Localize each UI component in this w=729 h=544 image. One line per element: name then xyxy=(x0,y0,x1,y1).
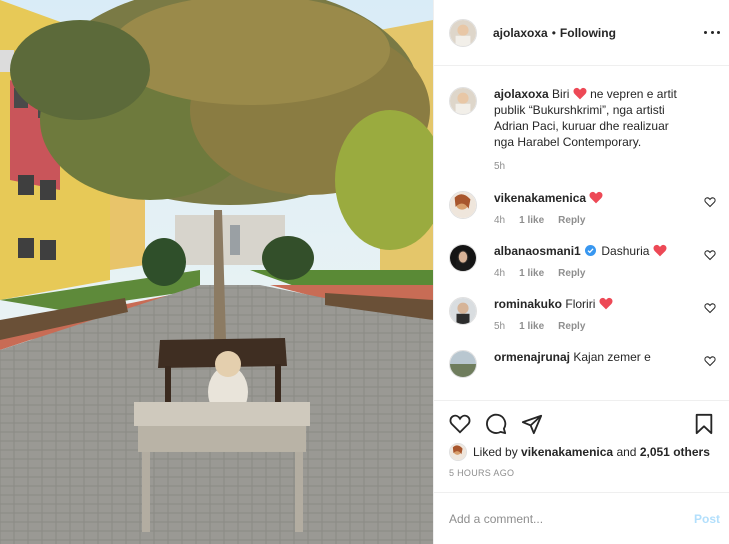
comment-meta: 5h 1 like Reply xyxy=(494,321,690,332)
caption-meta: 5h xyxy=(494,161,690,172)
comment-text: albanaosmani1 Dashuria xyxy=(494,243,690,259)
comment-meta: 4h 1 like Reply xyxy=(494,215,690,226)
likes-prefix: Liked by xyxy=(473,445,518,459)
comment-like-icon[interactable] xyxy=(704,355,716,367)
share-icon[interactable] xyxy=(521,413,543,435)
red-heart-icon xyxy=(573,87,587,100)
comments-list[interactable]: ajolaxoxa Biri ne vepren e artit publik … xyxy=(434,66,729,400)
red-heart-icon xyxy=(589,191,603,204)
post-photo[interactable] xyxy=(0,0,433,544)
comment-avatar[interactable] xyxy=(449,350,477,378)
post-timestamp[interactable]: 5 HOURS AGO xyxy=(449,468,715,478)
comment-body: rominakuko Floriri 5h 1 like Reply xyxy=(494,296,716,332)
caption: ajolaxoxa Biri ne vepren e artit publik … xyxy=(449,86,716,172)
reply-button[interactable]: Reply xyxy=(558,321,585,332)
comment-avatar[interactable] xyxy=(449,191,477,219)
reply-button[interactable]: Reply xyxy=(558,215,585,226)
comment-icon[interactable] xyxy=(485,413,507,435)
comment-likes[interactable]: 1 like xyxy=(519,268,544,279)
comment-content: Dashuria xyxy=(601,244,650,258)
caption-text: ajolaxoxa Biri ne vepren e artit publik … xyxy=(494,86,690,150)
likes-user[interactable]: vikenakamenica xyxy=(521,445,613,459)
comment-time[interactable]: 4h xyxy=(494,215,505,226)
comment-text: vikenakamenica xyxy=(494,190,690,206)
comment: ormenajrunaj Kajan zemer e xyxy=(449,349,716,378)
instagram-post-modal: ajolaxoxa • Following ajolaxoxa Biri ne … xyxy=(0,0,729,544)
comment-like-icon[interactable] xyxy=(704,249,716,261)
comment-username[interactable]: rominakuko xyxy=(494,297,562,311)
caption-avatar[interactable] xyxy=(449,87,477,115)
comment-content: Floriri xyxy=(565,297,596,311)
red-heart-icon xyxy=(599,297,613,310)
post-photo-image xyxy=(0,0,433,544)
comment-time[interactable]: 5h xyxy=(494,321,505,332)
caption-username[interactable]: ajolaxoxa xyxy=(494,87,549,101)
action-icons xyxy=(449,401,715,447)
comment: vikenakamenica 4h 1 like Reply xyxy=(449,190,716,226)
more-options-icon[interactable] xyxy=(704,24,720,40)
likes-others[interactable]: 2,051 others xyxy=(640,445,710,459)
comment-username[interactable]: ormenajrunaj xyxy=(494,350,570,364)
comment-body: albanaosmani1 Dashuria 4h 1 like Reply xyxy=(494,243,716,279)
add-comment-section: Post xyxy=(434,492,729,544)
verified-badge-icon xyxy=(585,245,597,256)
post-actions: Liked by vikenakamenica and 2,051 others… xyxy=(434,400,729,478)
caption-time[interactable]: 5h xyxy=(494,161,505,172)
comment-avatar[interactable] xyxy=(449,297,477,325)
comment-avatar[interactable] xyxy=(449,244,477,272)
comment-text: ormenajrunaj Kajan zemer e xyxy=(494,349,690,365)
author-username[interactable]: ajolaxoxa xyxy=(493,26,548,40)
comment-input[interactable] xyxy=(449,511,694,526)
header-separator: • xyxy=(551,25,556,40)
red-heart-icon xyxy=(653,244,667,257)
comment-like-icon[interactable] xyxy=(704,302,716,314)
bookmark-icon[interactable] xyxy=(693,413,715,435)
likes-conjunction: and xyxy=(616,445,637,459)
comment-username[interactable]: albanaosmani1 xyxy=(494,244,581,258)
comment-username[interactable]: vikenakamenica xyxy=(494,191,586,205)
heart-icon[interactable] xyxy=(449,413,471,435)
comment-content: Kajan zemer e xyxy=(573,350,651,364)
post-side-panel: ajolaxoxa • Following ajolaxoxa Biri ne … xyxy=(433,0,729,544)
caption-body: ajolaxoxa Biri ne vepren e artit publik … xyxy=(494,86,716,172)
reply-button[interactable]: Reply xyxy=(558,268,585,279)
caption-word: Biri xyxy=(552,87,570,101)
following-button[interactable]: Following xyxy=(560,26,616,40)
comment-like-icon[interactable] xyxy=(704,196,716,208)
comment: rominakuko Floriri 5h 1 like Reply xyxy=(449,296,716,332)
comment-meta: 4h 1 like Reply xyxy=(494,268,690,279)
comment-body: vikenakamenica 4h 1 like Reply xyxy=(494,190,716,226)
post-header: ajolaxoxa • Following xyxy=(434,0,729,66)
comment-likes[interactable]: 1 like xyxy=(519,321,544,332)
author-avatar[interactable] xyxy=(449,18,477,47)
comment-time[interactable]: 4h xyxy=(494,268,505,279)
comment-body: ormenajrunaj Kajan zemer e xyxy=(494,349,716,378)
comment-likes[interactable]: 1 like xyxy=(519,215,544,226)
comment-text: rominakuko Floriri xyxy=(494,296,690,312)
post-comment-button[interactable]: Post xyxy=(694,512,720,526)
comment: albanaosmani1 Dashuria 4h 1 like Reply xyxy=(449,243,716,279)
